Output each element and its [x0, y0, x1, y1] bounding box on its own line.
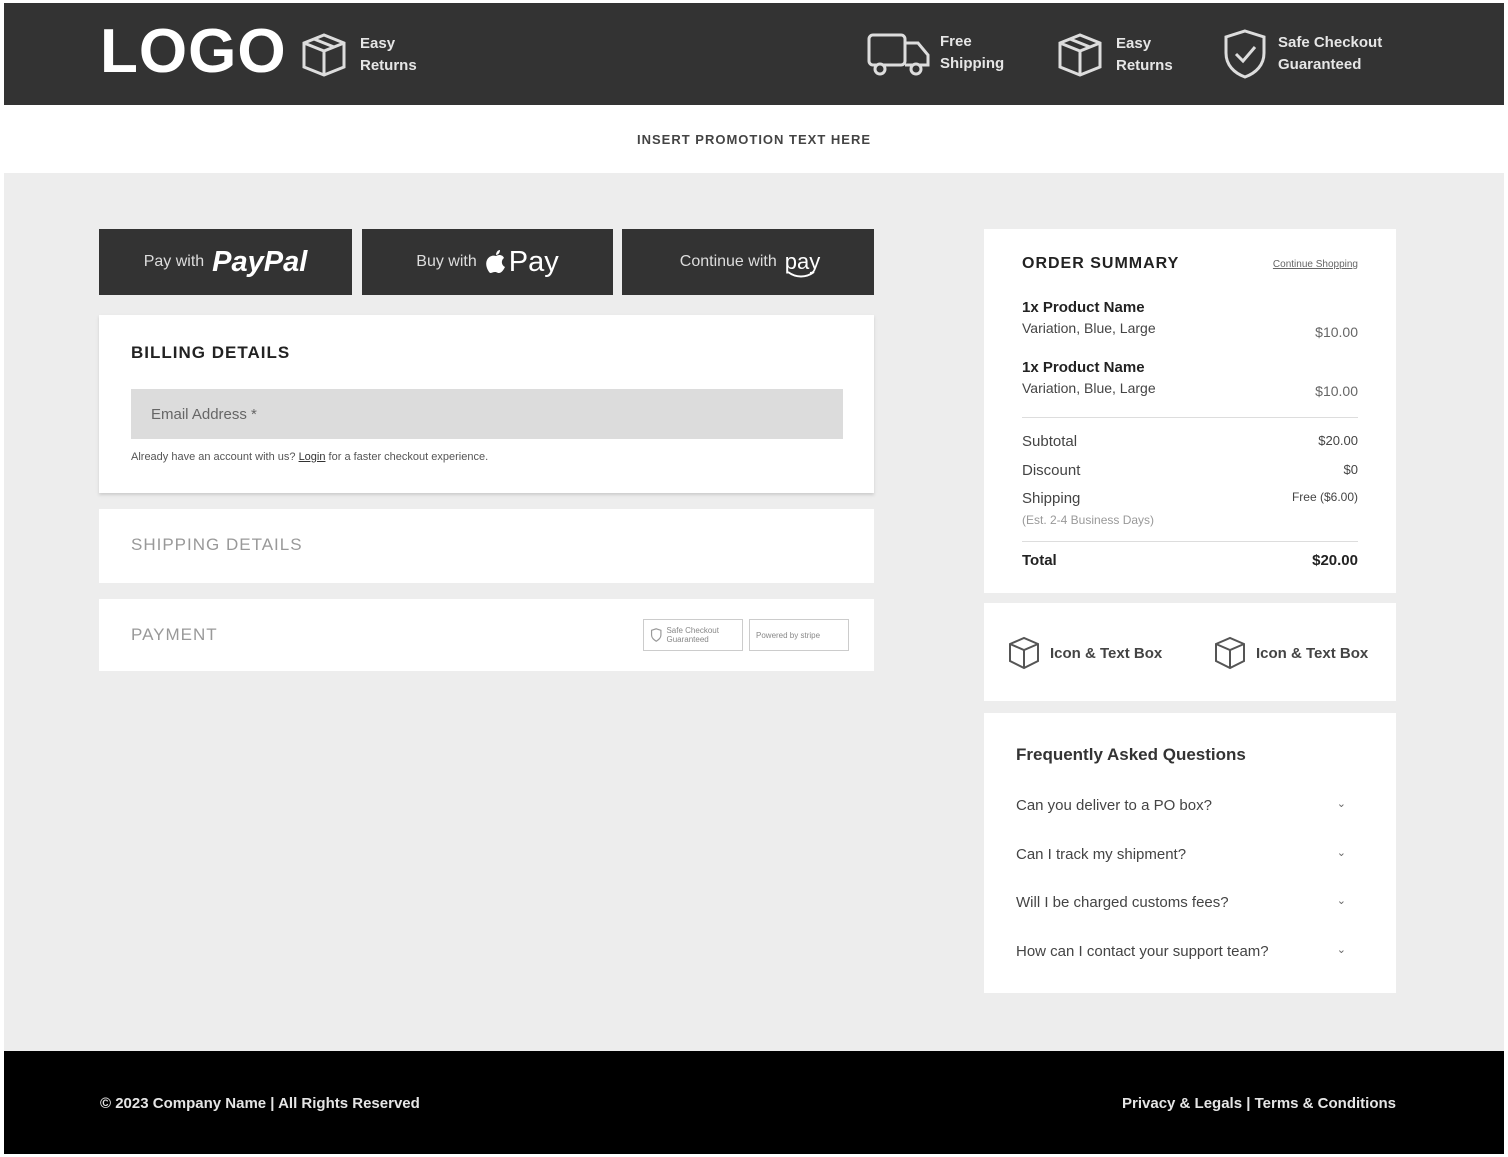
login-note-text: Already have an account with us?	[131, 451, 296, 463]
summary-item-price: $10.00	[1315, 383, 1358, 399]
summary-item-price: $10.00	[1315, 324, 1358, 340]
faq-question: Can I track my shipment?	[1016, 846, 1187, 863]
login-note: Already have an account with us? Login f…	[131, 451, 488, 463]
header-badge-returns-logo: Easy Returns	[296, 29, 417, 81]
paypal-logo: PayPal	[212, 245, 308, 278]
apple-pay-button[interactable]: Buy with Pay	[362, 229, 613, 295]
faq-title: Frequently Asked Questions	[1016, 745, 1246, 764]
shield-icon	[650, 628, 662, 642]
faq-item[interactable]: Can I track my shipment? ⌄	[1016, 846, 1346, 863]
chevron-down-icon: ⌄	[1336, 895, 1346, 907]
features-card: Icon & Text Box Icon & Text Box	[984, 603, 1396, 701]
copyright: © 2023 Company Name | All Rights Reserve…	[100, 1095, 420, 1112]
chevron-down-icon: ⌄	[1336, 944, 1346, 956]
footer-links[interactable]: Privacy & Legals | Terms & Conditions	[1122, 1095, 1396, 1112]
divider	[1022, 541, 1358, 542]
paypal-button[interactable]: Pay with PayPal	[99, 229, 352, 295]
divider	[1022, 417, 1358, 418]
faq-item[interactable]: Can you deliver to a PO box? ⌄	[1016, 797, 1346, 814]
faq-card: Frequently Asked Questions Can you deliv…	[984, 713, 1396, 993]
shipping-value: Free ($6.00)	[1291, 490, 1358, 504]
site-header: LOGO Easy Returns Free Shipping Easy Ret…	[4, 3, 1504, 105]
feature-item: Icon & Text Box	[1212, 635, 1368, 671]
badge-text: Free Shipping	[940, 33, 1005, 72]
badge-text: Safe Checkout Guaranteed	[1278, 34, 1383, 73]
badge-text: Easy Returns	[1116, 35, 1173, 74]
box-icon	[302, 33, 346, 77]
safe-checkout-badge: Safe Checkout Guaranteed	[643, 619, 743, 651]
feature-label: Icon & Text Box	[1050, 644, 1163, 662]
summary-item-variant: Variation, Blue, Large	[1022, 380, 1156, 396]
billing-title: BILLING DETAILS	[131, 343, 291, 362]
discount-label: Discount	[1022, 462, 1081, 479]
badge-text: Easy Returns	[360, 35, 417, 74]
subtotal-value: $20.00	[1318, 433, 1358, 448]
payment-title: PAYMENT	[131, 625, 218, 644]
summary-item-name: 1x Product Name	[1022, 299, 1145, 316]
applepay-logo: Pay	[508, 245, 559, 278]
payment-card[interactable]: PAYMENT Safe Checkout Guaranteed Powered…	[99, 599, 874, 671]
shipping-card[interactable]: SHIPPING DETAILS	[99, 509, 874, 583]
shipping-title: SHIPPING DETAILS	[131, 535, 303, 554]
apple-icon	[485, 250, 505, 273]
faq-question: Will I be charged customs fees?	[1016, 894, 1229, 911]
faq-item[interactable]: Will I be charged customs fees? ⌄	[1016, 894, 1346, 911]
chevron-down-icon: ⌄	[1336, 798, 1346, 810]
site-footer: © 2023 Company Name | All Rights Reserve…	[4, 1051, 1504, 1154]
feature-item: Icon & Text Box	[1006, 635, 1162, 671]
discount-row: Discount $0	[1022, 462, 1358, 479]
summary-title: ORDER SUMMARY	[1022, 255, 1180, 272]
truck-icon	[867, 33, 930, 76]
header-badge-returns: Easy Returns	[1052, 29, 1173, 81]
chevron-down-icon: ⌄	[1336, 847, 1346, 859]
feature-label: Icon & Text Box	[1256, 644, 1369, 662]
faq-item[interactable]: How can I contact your support team? ⌄	[1016, 943, 1346, 960]
stripe-badge: Powered by stripe	[749, 619, 849, 651]
stripe-text: Powered by stripe	[756, 630, 821, 640]
faq-question: How can I contact your support team?	[1016, 943, 1269, 960]
promo-bar: INSERT PROMOTION TEXT HERE	[4, 105, 1504, 173]
total-value: $20.00	[1312, 552, 1358, 569]
checkout-page: LOGO Easy Returns Free Shipping Easy Ret…	[4, 3, 1504, 1154]
promo-text: INSERT PROMOTION TEXT HERE	[636, 131, 871, 147]
login-link[interactable]: Login	[299, 451, 326, 463]
amazonpay-prefix: Continue with	[679, 253, 777, 270]
order-summary-card: ORDER SUMMARY Continue Shopping 1x Produ…	[984, 229, 1396, 593]
subtotal-label: Subtotal	[1022, 433, 1078, 450]
billing-card: BILLING DETAILS Already have an account …	[99, 315, 874, 493]
shipping-label: Shipping	[1022, 490, 1081, 507]
box-icon	[1009, 636, 1039, 670]
total-row: Total $20.00	[1022, 552, 1358, 569]
header-badge-shipping: Free Shipping	[866, 27, 1004, 79]
summary-item-variant: Variation, Blue, Large	[1022, 320, 1156, 336]
email-field[interactable]	[131, 389, 843, 439]
shield-check-icon	[1224, 29, 1266, 79]
safe-checkout-text: Safe Checkout Guaranteed	[666, 626, 719, 644]
total-label: Total	[1022, 552, 1057, 569]
shipping-estimate: (Est. 2-4 Business Days)	[1022, 513, 1155, 527]
continue-shopping-link[interactable]: Continue Shopping	[1273, 259, 1358, 270]
applepay-prefix: Buy with	[416, 253, 477, 270]
box-icon	[1058, 33, 1102, 77]
shipping-row: Shipping Free ($6.00)	[1022, 490, 1358, 507]
paypal-prefix: Pay with	[143, 253, 205, 270]
header-badge-safe-checkout: Safe Checkout Guaranteed	[1220, 27, 1382, 81]
faq-question: Can you deliver to a PO box?	[1016, 797, 1212, 814]
amazon-pay-button[interactable]: Continue with pay	[622, 229, 874, 295]
logo[interactable]: LOGO	[100, 17, 287, 87]
box-icon	[1215, 636, 1245, 670]
discount-value: $0	[1343, 462, 1358, 477]
login-note-text-end: for a faster checkout experience.	[328, 451, 489, 463]
subtotal-row: Subtotal $20.00	[1022, 433, 1358, 450]
amazonpay-logo: pay	[784, 249, 821, 274]
summary-item-name: 1x Product Name	[1022, 359, 1145, 376]
